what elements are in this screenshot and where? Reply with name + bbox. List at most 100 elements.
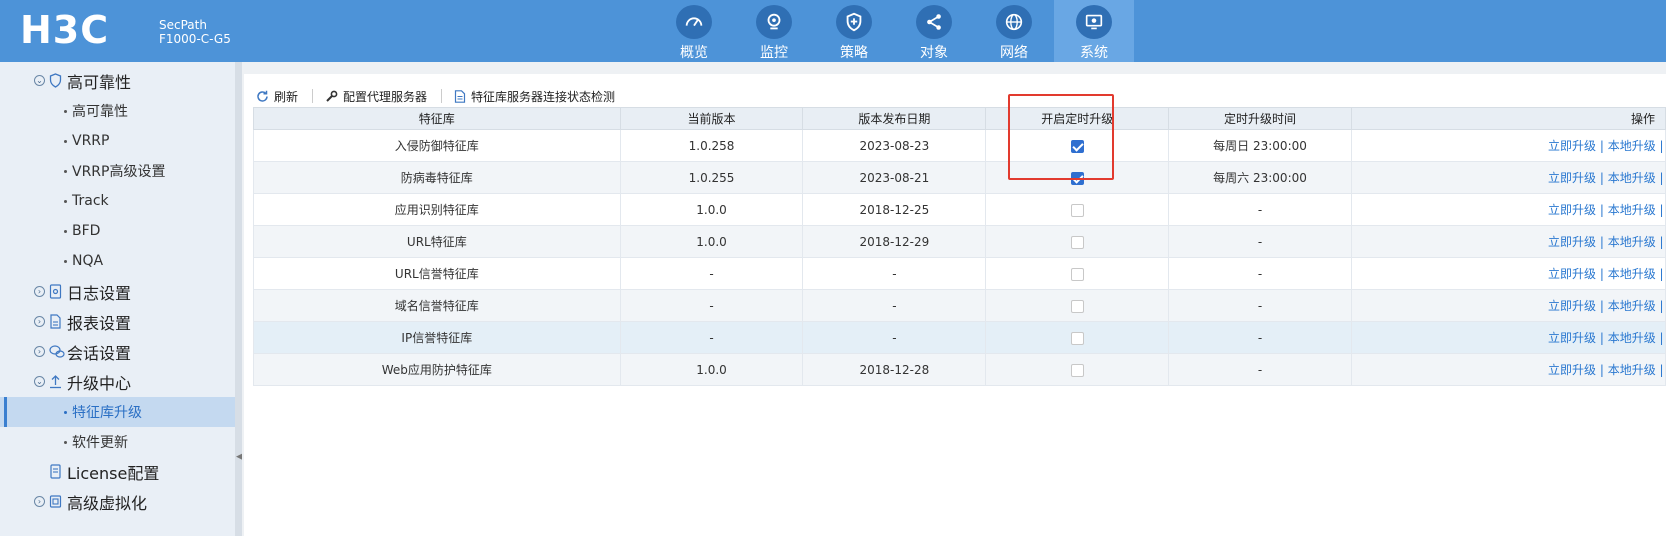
op-separator: |	[1599, 267, 1604, 281]
local-upgrade-link[interactable]: 本地升级	[1608, 171, 1656, 185]
sidebar-item-license[interactable]: License配置	[0, 457, 235, 487]
column-header[interactable]: 操作	[1350, 107, 1666, 130]
sidebar-item-session[interactable]: › 会话设置	[0, 337, 235, 367]
nav-label: 监控	[760, 45, 788, 61]
schedule-cell	[985, 321, 1170, 354]
scheduled-upgrade-checkbox[interactable]	[1070, 235, 1084, 249]
product-line1: SecPath	[159, 18, 207, 32]
upgrade-now-link[interactable]: 立即升级	[1548, 331, 1596, 345]
sidebar-splitter[interactable]	[235, 62, 242, 536]
schedule-cell	[985, 161, 1170, 194]
document-check-icon	[454, 89, 466, 103]
nav-overview[interactable]: 概览	[654, 0, 734, 62]
operations-cell: 立即升级 | 本地升级 |	[1350, 289, 1666, 322]
chevron-right-icon[interactable]: ›	[34, 346, 45, 357]
bullet	[64, 441, 67, 444]
sidebar-item-label: License配置	[67, 464, 160, 483]
version-cell: 1.0.0	[619, 193, 804, 226]
nav-monitor[interactable]: 监控	[734, 0, 814, 62]
scheduled-upgrade-checkbox[interactable]	[1070, 363, 1084, 377]
op-separator: |	[1599, 171, 1604, 185]
upgrade-now-link[interactable]: 立即升级	[1548, 139, 1596, 153]
scheduled-upgrade-checkbox[interactable]	[1070, 171, 1084, 185]
connection-check-label: 特征库服务器连接状态检测	[471, 89, 616, 104]
local-upgrade-link[interactable]: 本地升级	[1608, 139, 1656, 153]
local-upgrade-link[interactable]: 本地升级	[1608, 299, 1656, 313]
sidebar: ⌄ 高可靠性 高可靠性 VRRP VRRP高级设置 Track BFD NQA …	[0, 62, 235, 536]
chevron-right-icon[interactable]: ›	[34, 316, 45, 327]
scheduled-upgrade-checkbox[interactable]	[1070, 139, 1084, 153]
column-header[interactable]: 开启定时升级	[985, 107, 1170, 130]
sidebar-item-upgrade-center[interactable]: ⌄ 升级中心	[0, 367, 235, 397]
release-date-cell: 2018-12-25	[802, 193, 987, 226]
chevron-right-icon[interactable]: ›	[34, 496, 45, 507]
upgrade-now-link[interactable]: 立即升级	[1548, 235, 1596, 249]
version-cell: -	[619, 321, 804, 354]
chevron-down-icon[interactable]: ⌄	[34, 75, 45, 86]
refresh-button[interactable]: 刷新	[256, 88, 298, 105]
chevron-down-icon[interactable]: ⌄	[34, 376, 45, 387]
column-header[interactable]: 定时升级时间	[1168, 107, 1352, 130]
schedule-time-cell: 每周日 23:00:00	[1168, 129, 1352, 162]
schedule-cell	[985, 289, 1170, 322]
sidebar-item-ha-sub[interactable]: 高可靠性	[0, 96, 235, 126]
schedule-cell	[985, 353, 1170, 386]
sidebar-item-label: 日志设置	[67, 284, 132, 303]
schedule-cell	[985, 225, 1170, 258]
sidebar-item-report[interactable]: › 报表设置	[0, 307, 235, 337]
sidebar-item-track[interactable]: Track	[0, 186, 235, 216]
op-separator: |	[1599, 203, 1604, 217]
upgrade-now-link[interactable]: 立即升级	[1548, 171, 1596, 185]
nav-policy[interactable]: 策略	[814, 0, 894, 62]
nav-label: 概览	[680, 45, 708, 61]
sidebar-item-label: 升级中心	[67, 374, 132, 393]
sidebar-item-bfd[interactable]: BFD	[0, 216, 235, 246]
scheduled-upgrade-checkbox[interactable]	[1070, 331, 1084, 345]
signature-table: 特征库 当前版本 版本发布日期 开启定时升级 定时升级时间 操作 入侵防御特征库…	[253, 107, 1666, 386]
upgrade-now-link[interactable]: 立即升级	[1548, 299, 1596, 313]
sidebar-item-nqa[interactable]: NQA	[0, 246, 235, 276]
connection-check-button[interactable]: 特征库服务器连接状态检测	[454, 88, 615, 105]
sidebar-item-label: 高可靠性	[72, 104, 128, 120]
local-upgrade-link[interactable]: 本地升级	[1608, 267, 1656, 281]
scheduled-upgrade-checkbox[interactable]	[1070, 299, 1084, 313]
sidebar-item-virtualization[interactable]: › 高级虚拟化	[0, 487, 235, 517]
sidebar-item-signature-upgrade[interactable]: 特征库升级	[0, 397, 235, 427]
refresh-label: 刷新	[274, 89, 299, 104]
op-separator: |	[1659, 203, 1664, 217]
column-header[interactable]: 版本发布日期	[802, 107, 987, 130]
local-upgrade-link[interactable]: 本地升级	[1608, 203, 1656, 217]
local-upgrade-link[interactable]: 本地升级	[1608, 235, 1656, 249]
nav-label: 网络	[1000, 45, 1028, 61]
sidebar-item-label: VRRP	[72, 133, 110, 149]
proxy-server-button[interactable]: 配置代理服务器	[325, 88, 427, 105]
local-upgrade-link[interactable]: 本地升级	[1608, 331, 1656, 345]
local-upgrade-link[interactable]: 本地升级	[1608, 363, 1656, 377]
bullet	[64, 140, 67, 143]
column-header[interactable]: 特征库	[253, 107, 621, 130]
chevron-right-icon[interactable]: ›	[34, 286, 45, 297]
sidebar-item-vrrp-advanced[interactable]: VRRP高级设置	[0, 156, 235, 186]
nav-system[interactable]: 系统	[1054, 0, 1134, 62]
schedule-time-cell: -	[1168, 225, 1352, 258]
nav-object[interactable]: 对象	[894, 0, 974, 62]
sidebar-item-label: BFD	[72, 223, 101, 239]
nav-network[interactable]: 网络	[974, 0, 1054, 62]
upgrade-now-link[interactable]: 立即升级	[1548, 203, 1596, 217]
scheduled-upgrade-checkbox[interactable]	[1070, 203, 1084, 217]
sidebar-item-software-update[interactable]: 软件更新	[0, 427, 235, 457]
op-separator: |	[1659, 171, 1664, 185]
nav-label: 对象	[920, 45, 948, 61]
sidebar-item-ha[interactable]: ⌄ 高可靠性	[0, 66, 235, 96]
scheduled-upgrade-checkbox[interactable]	[1070, 267, 1084, 281]
sidebar-item-log[interactable]: › 日志设置	[0, 277, 235, 307]
gauge-icon	[676, 5, 712, 39]
table-row: URL特征库 1.0.0 2018-12-29- 立即升级 | 本地升级 |	[253, 225, 1666, 258]
sidebar-item-vrrp[interactable]: VRRP	[0, 126, 235, 156]
column-header[interactable]: 当前版本	[619, 107, 804, 130]
version-cell: 1.0.0	[619, 225, 804, 258]
signature-name-cell: URL信誉特征库	[253, 257, 621, 290]
upgrade-now-link[interactable]: 立即升级	[1548, 267, 1596, 281]
upgrade-now-link[interactable]: 立即升级	[1548, 363, 1596, 377]
bullet	[64, 170, 67, 173]
